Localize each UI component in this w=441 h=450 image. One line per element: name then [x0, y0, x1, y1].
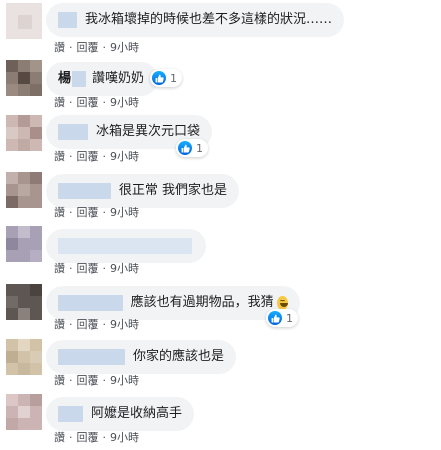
commenter-name[interactable]: [58, 183, 111, 199]
commenter-name[interactable]: [58, 238, 192, 254]
comment-bubble: 很正常 我們家也是: [46, 174, 239, 208]
comment-bubble: [46, 229, 206, 263]
comment-bubble: 你家的應該也是: [46, 340, 236, 374]
like-link[interactable]: 讚: [54, 41, 65, 55]
separator-dot: ·: [69, 206, 73, 219]
like-link[interactable]: 讚: [54, 150, 65, 164]
separator-dot: ·: [102, 262, 107, 275]
separator-dot: ·: [102, 431, 107, 444]
timestamp[interactable]: 9小時: [110, 150, 139, 164]
timestamp[interactable]: 9小時: [110, 431, 139, 445]
grinning-face-icon: [276, 296, 288, 310]
separator-dot: ·: [69, 41, 73, 54]
commenter-name[interactable]: [58, 406, 83, 422]
comment-text: 讚嘆奶奶: [92, 71, 145, 86]
timestamp[interactable]: 9小時: [110, 96, 139, 110]
avatar[interactable]: [6, 339, 42, 375]
commenter-name[interactable]: [58, 12, 77, 28]
commenter-name[interactable]: [58, 124, 88, 140]
separator-dot: ·: [69, 374, 73, 387]
comment-bubble: 楊 讚嘆奶奶: [46, 62, 158, 96]
comment-bubble: 我冰箱壞掉的時候也差不多這樣的狀況……: [46, 3, 344, 37]
separator-dot: ·: [102, 41, 107, 54]
comment-actions: 讚 · 回覆 · 9小時: [54, 206, 139, 220]
commenter-name[interactable]: [58, 295, 123, 311]
separator-dot: ·: [69, 150, 73, 163]
commenter-name[interactable]: [58, 349, 125, 365]
comment-actions: 讚 · 回覆 · 9小時: [54, 41, 139, 55]
reply-link[interactable]: 回覆: [77, 374, 99, 388]
reply-link[interactable]: 回覆: [77, 318, 99, 332]
separator-dot: ·: [69, 431, 73, 444]
reply-link[interactable]: 回覆: [77, 262, 99, 276]
like-link[interactable]: 讚: [54, 374, 65, 388]
comment-actions: 讚 · 回覆 · 9小時: [54, 150, 139, 164]
like-link[interactable]: 讚: [54, 96, 65, 110]
avatar[interactable]: [6, 394, 42, 430]
timestamp[interactable]: 9小時: [110, 41, 139, 55]
reply-link[interactable]: 回覆: [77, 150, 99, 164]
thumbs-up-icon: [178, 141, 192, 155]
separator-dot: ·: [102, 374, 107, 387]
reaction-count[interactable]: 1: [266, 309, 298, 327]
avatar[interactable]: [6, 60, 42, 96]
comment-text: 冰箱是異次元口袋: [95, 124, 200, 139]
commenter-name-visible[interactable]: 楊: [58, 71, 71, 87]
separator-dot: ·: [102, 206, 107, 219]
timestamp[interactable]: 9小時: [110, 318, 139, 332]
like-link[interactable]: 讚: [54, 206, 65, 220]
avatar[interactable]: [6, 3, 42, 39]
comment-bubble: 應該也有過期物品，我猜: [46, 286, 300, 320]
comment-text: 我冰箱壞掉的時候也差不多這樣的狀況……: [84, 12, 332, 27]
thumbs-up-icon: [152, 71, 166, 85]
timestamp[interactable]: 9小時: [110, 206, 139, 220]
like-link[interactable]: 讚: [54, 262, 65, 276]
reply-link[interactable]: 回覆: [77, 206, 99, 220]
separator-dot: ·: [102, 150, 107, 163]
comment-actions: 讚 · 回覆 · 9小時: [54, 262, 139, 276]
comment-text: 很正常 我們家也是: [118, 183, 227, 198]
reaction-number: 1: [286, 311, 293, 325]
comment-actions: 讚 · 回覆 · 9小時: [54, 96, 139, 110]
separator-dot: ·: [102, 318, 107, 331]
timestamp[interactable]: 9小時: [110, 262, 139, 276]
like-link[interactable]: 讚: [54, 431, 65, 445]
timestamp[interactable]: 9小時: [110, 374, 139, 388]
reaction-count[interactable]: 1: [150, 69, 182, 87]
thumbs-up-icon: [268, 311, 282, 325]
reply-link[interactable]: 回覆: [77, 96, 99, 110]
comment-text: 阿嬤是收納高手: [90, 406, 182, 421]
separator-dot: ·: [69, 318, 73, 331]
separator-dot: ·: [69, 96, 73, 109]
avatar[interactable]: [6, 115, 42, 151]
comment-actions: 讚 · 回覆 · 9小時: [54, 374, 139, 388]
reaction-number: 1: [196, 141, 203, 155]
reply-link[interactable]: 回覆: [77, 41, 99, 55]
like-link[interactable]: 讚: [54, 318, 65, 332]
reaction-number: 1: [170, 71, 177, 85]
comment-text: 應該也有過期物品，我猜: [130, 295, 274, 310]
comment-bubble: 阿嬤是收納高手: [46, 397, 194, 431]
avatar[interactable]: [6, 226, 42, 262]
commenter-name[interactable]: [72, 71, 87, 87]
avatar[interactable]: [6, 172, 42, 208]
comment-actions: 讚 · 回覆 · 9小時: [54, 318, 139, 332]
separator-dot: ·: [102, 96, 107, 109]
avatar[interactable]: [6, 284, 42, 320]
separator-dot: ·: [69, 262, 73, 275]
reply-link[interactable]: 回覆: [77, 431, 99, 445]
reaction-count[interactable]: 1: [176, 139, 208, 157]
comment-text: 你家的應該也是: [132, 349, 224, 364]
comment-actions: 讚 · 回覆 · 9小時: [54, 431, 139, 445]
